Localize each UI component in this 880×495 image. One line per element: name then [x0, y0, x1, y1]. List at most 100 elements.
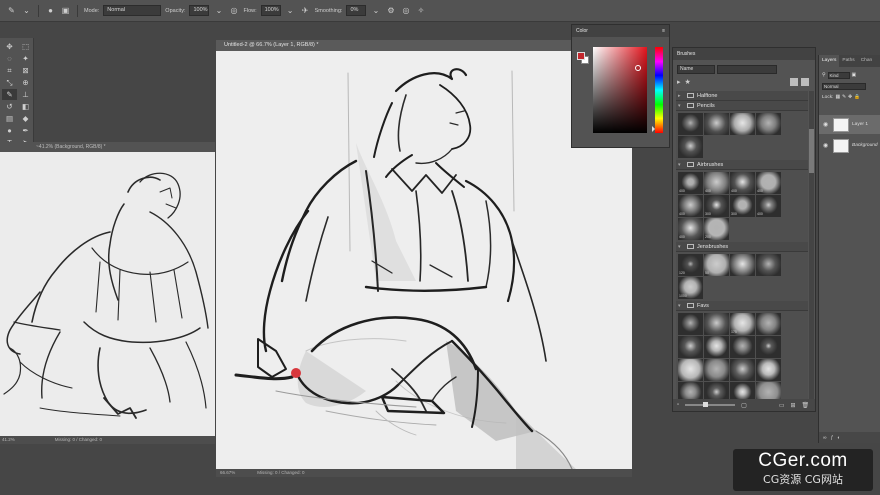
brush-thumbnail[interactable]: 50 — [704, 254, 729, 276]
brush-group-name[interactable]: Halftone — [697, 91, 718, 101]
pressure-size-icon[interactable]: ◎ — [400, 5, 411, 16]
fx-icon[interactable]: ƒ — [831, 435, 834, 441]
flow-input[interactable]: 100% — [260, 5, 281, 16]
slider-knob[interactable] — [703, 402, 709, 407]
brush-thumbnail[interactable]: 400 — [678, 172, 703, 194]
brush-thumbnail[interactable] — [730, 254, 755, 276]
canvas-secondary[interactable] — [0, 152, 215, 436]
brush-thumbnail[interactable] — [704, 336, 729, 358]
brush-thumbnail[interactable]: 400 — [756, 172, 781, 194]
mode-select[interactable]: Normal — [103, 5, 162, 16]
grid-view-icon[interactable] — [790, 78, 798, 86]
toggle-brush-panel-icon[interactable]: ▣ — [60, 5, 71, 16]
brush-thumbnail[interactable]: 120 — [678, 254, 703, 276]
brush-group-name[interactable]: Pencils — [697, 101, 715, 111]
brush-group-name[interactable]: Jensbrushes — [697, 242, 728, 252]
document-tab-secondary[interactable]: ~41.2% (Background, RGB/8) * — [0, 142, 215, 152]
brush-preset-icon[interactable]: ✎ — [6, 5, 17, 16]
brush-thumbnail[interactable]: 200 — [704, 218, 729, 240]
brush-thumbnail[interactable]: 400 — [730, 172, 755, 194]
link-icon[interactable]: ∞ — [823, 435, 827, 441]
chevron-down-icon[interactable]: ⌄ — [213, 5, 224, 16]
brush-thumbnail[interactable]: 400 — [678, 195, 703, 217]
brush-group[interactable]: ▾ Favs — [676, 301, 808, 311]
chevron-down-icon[interactable]: ▾ — [678, 160, 684, 170]
chevron-down-icon[interactable]: ⌄ — [370, 5, 381, 16]
brush-thumbnail[interactable]: 1000 — [678, 277, 703, 299]
star-icon[interactable]: ★ — [685, 78, 691, 86]
color-picker-marker[interactable] — [635, 65, 641, 71]
brush-tool-icon[interactable]: ✎ — [2, 89, 17, 100]
panel-menu-icon[interactable]: ≡ — [662, 25, 665, 37]
brush-group[interactable]: ▸ Halftone — [676, 91, 808, 101]
symmetry-icon[interactable]: ✧ — [415, 5, 426, 16]
brush-thumbnail[interactable] — [756, 359, 781, 381]
opacity-input[interactable]: 100% — [189, 5, 210, 16]
tab-paths[interactable]: Paths — [839, 55, 857, 67]
mask-icon[interactable]: ◐ — [837, 435, 840, 441]
layer-name[interactable]: Layer 1 — [852, 122, 868, 127]
brush-scrollbar[interactable] — [809, 91, 814, 401]
tab-layers[interactable]: Layers — [819, 55, 840, 67]
airbrush-icon[interactable]: ✈ — [300, 5, 311, 16]
eraser-tool-icon[interactable]: ◧ — [18, 101, 33, 112]
chevron-down-icon[interactable]: ⌄ — [21, 5, 32, 16]
zoom-level[interactable]: 41.2% — [2, 436, 15, 444]
brush-group[interactable]: ▾ Airbrushes — [676, 160, 808, 170]
layer-row[interactable]: ◉ Layer 1 — [819, 115, 880, 134]
brush-thumbnail[interactable] — [678, 313, 703, 335]
chevron-down-icon[interactable]: ▾ — [678, 301, 684, 311]
new-brush-icon[interactable]: ⊞ — [790, 402, 795, 409]
lock-paint-icon[interactable]: ✎ — [842, 95, 846, 100]
lock-pixels-icon[interactable]: ▦ — [835, 95, 840, 100]
brush-search-input[interactable]: Name — [677, 65, 715, 74]
gear-icon[interactable]: ⚙ — [385, 5, 396, 16]
chevron-down-icon[interactable]: ⌄ — [285, 5, 296, 16]
lock-position-icon[interactable]: ✥ — [848, 95, 852, 100]
chevron-right-icon[interactable]: ▸ — [678, 91, 684, 101]
brush-thumbnail[interactable] — [756, 254, 781, 276]
brush-group-name[interactable]: Airbrushes — [697, 160, 723, 170]
brush-group[interactable]: ▾ Jensbrushes — [676, 242, 808, 252]
brush-thumbnail[interactable] — [730, 113, 755, 135]
filter-icon[interactable]: ▣ — [852, 73, 857, 78]
eye-icon[interactable]: ◉ — [823, 121, 830, 128]
history-brush-tool-icon[interactable]: ↺ — [2, 101, 17, 112]
document-tab-main[interactable]: Untitled-2 @ 66.7% (Layer 1, RGB/8) * — [216, 40, 632, 51]
pressure-opacity-icon[interactable]: ◎ — [228, 5, 239, 16]
scrollbar-thumb[interactable] — [809, 129, 814, 173]
layer-row[interactable]: ◉ Background — [819, 136, 880, 155]
frame-tool-icon[interactable]: ⊠ — [18, 65, 33, 76]
brush-thumbnail[interactable] — [730, 359, 755, 381]
layer-name[interactable]: Background — [852, 143, 878, 148]
lasso-tool-icon[interactable]: ◌ — [2, 53, 17, 64]
brush-thumbnail[interactable] — [678, 113, 703, 135]
chevron-down-icon[interactable]: ▾ — [678, 101, 684, 111]
brush-thumbnail[interactable]: 400 — [704, 172, 729, 194]
brush-thumbnail[interactable] — [678, 359, 703, 381]
brush-thumbnail[interactable] — [756, 313, 781, 335]
smoothing-input[interactable]: 0% — [346, 5, 367, 16]
brush-group-name[interactable]: Favs — [697, 301, 709, 311]
brush-filter-field[interactable] — [717, 65, 777, 74]
tab-chan[interactable]: Chan — [858, 55, 875, 67]
blur-tool-icon[interactable]: ◆ — [18, 113, 33, 124]
brush-size-icon[interactable]: ● — [45, 5, 56, 16]
hue-slider-handle[interactable] — [652, 126, 655, 132]
chevron-down-icon[interactable]: ▾ — [678, 242, 684, 252]
marquee-tool-icon[interactable]: ⬚ — [18, 41, 33, 52]
color-field[interactable] — [593, 47, 647, 133]
brush-thumbnail[interactable]: 400 — [756, 195, 781, 217]
brush-thumbnail[interactable] — [704, 113, 729, 135]
thumbnail-size-slider[interactable] — [685, 402, 736, 407]
brush-thumbnail[interactable]: 175 — [730, 313, 755, 335]
brushes-panel-title[interactable]: Brushes — [673, 48, 815, 60]
crop-tool-icon[interactable]: ⌗ — [2, 65, 17, 76]
brush-tip-icon[interactable]: ▸ — [677, 78, 681, 86]
color-panel-header[interactable]: Color ≡ — [572, 25, 669, 37]
canvas-main[interactable] — [216, 51, 632, 469]
brush-thumbnail[interactable] — [704, 359, 729, 381]
blend-mode-select[interactable]: Normal — [822, 83, 866, 90]
foreground-color-swatch[interactable] — [577, 52, 585, 60]
lock-all-icon[interactable]: 🔒 — [854, 95, 860, 100]
